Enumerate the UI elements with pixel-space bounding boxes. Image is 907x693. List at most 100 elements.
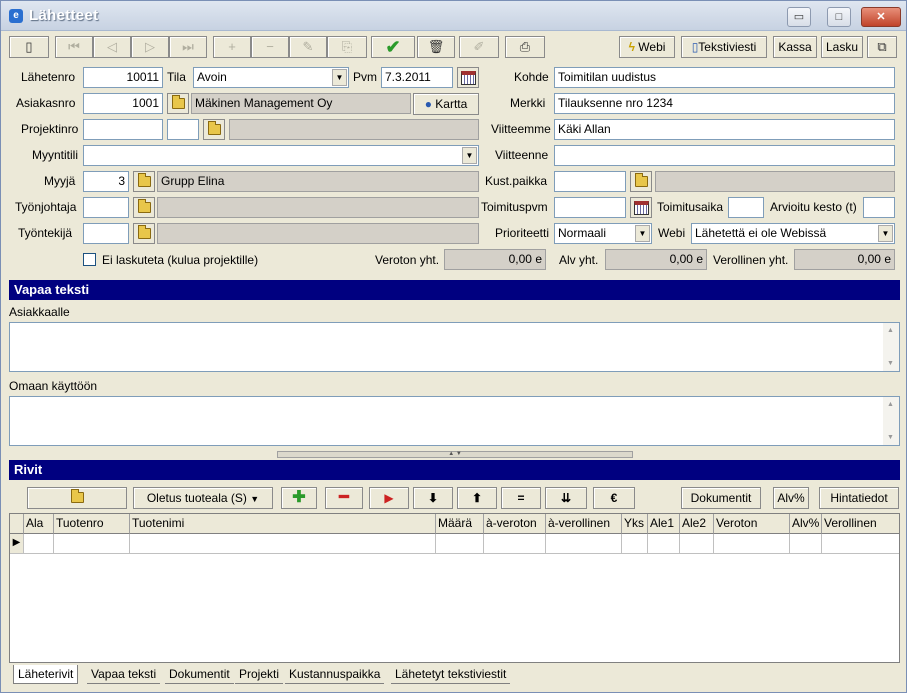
column-header[interactable]: Tuotenimi	[130, 514, 436, 534]
copy-button[interactable]: ⎘	[327, 36, 367, 58]
maximize-button[interactable]: □	[827, 7, 851, 27]
tab-laheterivit[interactable]: Läheterivit	[13, 665, 79, 684]
row-indicator[interactable]: ▶	[10, 534, 24, 554]
grid-cell[interactable]	[546, 534, 622, 554]
tekstiviesti-button[interactable]: ▯Tekstiviesti	[681, 36, 767, 58]
currency-button[interactable]: €	[593, 487, 635, 509]
kassa-button[interactable]: Kassa	[773, 36, 817, 58]
ei-laskuteta-checkbox[interactable]	[83, 253, 96, 266]
tyontekija-lookup-button[interactable]	[133, 223, 155, 244]
minimize-button[interactable]: ▭	[787, 7, 811, 27]
myyntitili-select[interactable]: ▼	[83, 145, 479, 166]
column-header[interactable]: à-verollinen	[546, 514, 622, 534]
column-header[interactable]: Verollinen	[822, 514, 899, 534]
chevron-down-icon[interactable]: ▼	[332, 69, 347, 86]
export-row-button[interactable]: ▶	[369, 487, 409, 509]
oletus-tuoteala-button[interactable]: Oletus tuoteala (S) ▼	[133, 487, 273, 509]
remove-row-button[interactable]: ━	[325, 487, 363, 509]
tyontekija-field[interactable]	[83, 223, 129, 244]
rivit-lookup-button[interactable]	[27, 487, 127, 509]
tab-vapaa-teksti[interactable]: Vapaa teksti	[87, 665, 161, 684]
viitteenne-field[interactable]	[554, 145, 895, 166]
next-record-button[interactable]: ▷	[131, 36, 169, 58]
grid-cell[interactable]	[622, 534, 648, 554]
move-up-button[interactable]: ⬆	[457, 487, 497, 509]
tab-lahetetyt-tekstiviestit[interactable]: Lähetetyt tekstiviestit	[391, 665, 511, 684]
grid-cell[interactable]	[54, 534, 130, 554]
alv-pct-button[interactable]: Alv%	[773, 487, 809, 509]
asiakas-lookup-button[interactable]	[167, 93, 189, 114]
tab-dokumentit[interactable]: Dokumentit	[165, 665, 234, 684]
prev-record-button[interactable]: ◁	[93, 36, 131, 58]
close-button[interactable]: ✕	[861, 7, 901, 27]
column-header[interactable]: Ale2	[680, 514, 714, 534]
first-record-button[interactable]: ⏮	[55, 36, 93, 58]
column-header[interactable]: Tuotenro	[54, 514, 130, 534]
last-record-button[interactable]: ⏭	[169, 36, 207, 58]
edit-button[interactable]: ✎	[289, 36, 327, 58]
new-record-button[interactable]: ▯	[9, 36, 49, 58]
projekti-sub-field[interactable]	[167, 119, 199, 140]
hintatiedot-button[interactable]: Hintatiedot	[819, 487, 899, 509]
column-header[interactable]: Yks	[622, 514, 648, 534]
asiakkaalle-textarea[interactable]: ▲ ▼	[9, 322, 900, 372]
projekti-lookup-button[interactable]	[203, 119, 225, 140]
grid-cell[interactable]	[24, 534, 54, 554]
grid-cell[interactable]	[714, 534, 790, 554]
column-header[interactable]: Ala	[24, 514, 54, 534]
grid-cell[interactable]	[822, 534, 899, 554]
sort-button[interactable]: ⇊	[545, 487, 587, 509]
viitteemme-field[interactable]: Käki Allan	[554, 119, 895, 140]
asiakasnro-field[interactable]: 1001	[83, 93, 163, 114]
asiakkaalle-scrollbar[interactable]: ▲ ▼	[883, 323, 899, 371]
column-header[interactable]: Ale1	[648, 514, 680, 534]
rivit-grid[interactable]: Ala Tuotenro Tuotenimi Määrä à-veroton à…	[9, 513, 900, 663]
column-header[interactable]: à-veroton	[484, 514, 546, 534]
save-button[interactable]: ✔	[371, 36, 415, 58]
projektinro-field[interactable]	[83, 119, 163, 140]
tab-projekti[interactable]: Projekti	[235, 665, 284, 684]
equals-button[interactable]: =	[501, 487, 541, 509]
kustpaikka-lookup-button[interactable]	[630, 171, 652, 192]
toimituspvm-calendar-button[interactable]	[630, 197, 652, 218]
webi-button[interactable]: ϟ Webi	[619, 36, 675, 58]
splitter-handle[interactable]: ▲ ▼	[277, 451, 633, 458]
delete-button[interactable]: 🗑	[417, 36, 455, 58]
grid-cell[interactable]	[790, 534, 822, 554]
kartta-button[interactable]: ● Kartta	[413, 93, 479, 115]
chevron-down-icon[interactable]: ▼	[635, 225, 650, 242]
chevron-down-icon[interactable]: ▼	[878, 225, 893, 242]
webi-status-select[interactable]: Lähetettä ei ole Webissä ▼	[691, 223, 895, 244]
prioriteetti-select[interactable]: Normaali ▼	[554, 223, 652, 244]
grid-cell[interactable]	[484, 534, 546, 554]
dokumentit-button[interactable]: Dokumentit	[681, 487, 761, 509]
tab-kustannuspaikka[interactable]: Kustannuspaikka	[285, 665, 385, 684]
windows-button[interactable]: ⧉	[867, 36, 897, 58]
tila-select[interactable]: Avoin ▼	[193, 67, 349, 88]
column-header[interactable]: Määrä	[436, 514, 484, 534]
myyja-field[interactable]: 3	[83, 171, 129, 192]
grid-cell[interactable]	[680, 534, 714, 554]
column-header[interactable]: Veroton	[714, 514, 790, 534]
add-row-button[interactable]: ✚	[281, 487, 317, 509]
merkki-field[interactable]: Tilauksenne nro 1234	[554, 93, 895, 114]
move-down-button[interactable]: ⬇	[413, 487, 453, 509]
add-record-button[interactable]: +	[213, 36, 251, 58]
myyja-lookup-button[interactable]	[133, 171, 155, 192]
arvioitu-kesto-field[interactable]	[863, 197, 895, 218]
lahetenro-field[interactable]: 10011	[83, 67, 163, 88]
omaan-kayttoon-textarea[interactable]: ▲ ▼	[9, 396, 900, 446]
grid-cell[interactable]	[436, 534, 484, 554]
omaan-scrollbar[interactable]: ▲ ▼	[883, 397, 899, 445]
delete-row-button[interactable]: −	[251, 36, 289, 58]
chevron-down-icon[interactable]: ▼	[462, 147, 477, 164]
print-button[interactable]: ⎙	[505, 36, 545, 58]
tyonjohtaja-field[interactable]	[83, 197, 129, 218]
grid-cell[interactable]	[648, 534, 680, 554]
pvm-calendar-button[interactable]	[457, 67, 479, 88]
tyonjohtaja-lookup-button[interactable]	[133, 197, 155, 218]
kohde-field[interactable]: Toimitilan uudistus	[554, 67, 895, 88]
grid-cell[interactable]	[130, 534, 436, 554]
kustpaikka-field[interactable]	[554, 171, 626, 192]
toimituspvm-field[interactable]	[554, 197, 626, 218]
